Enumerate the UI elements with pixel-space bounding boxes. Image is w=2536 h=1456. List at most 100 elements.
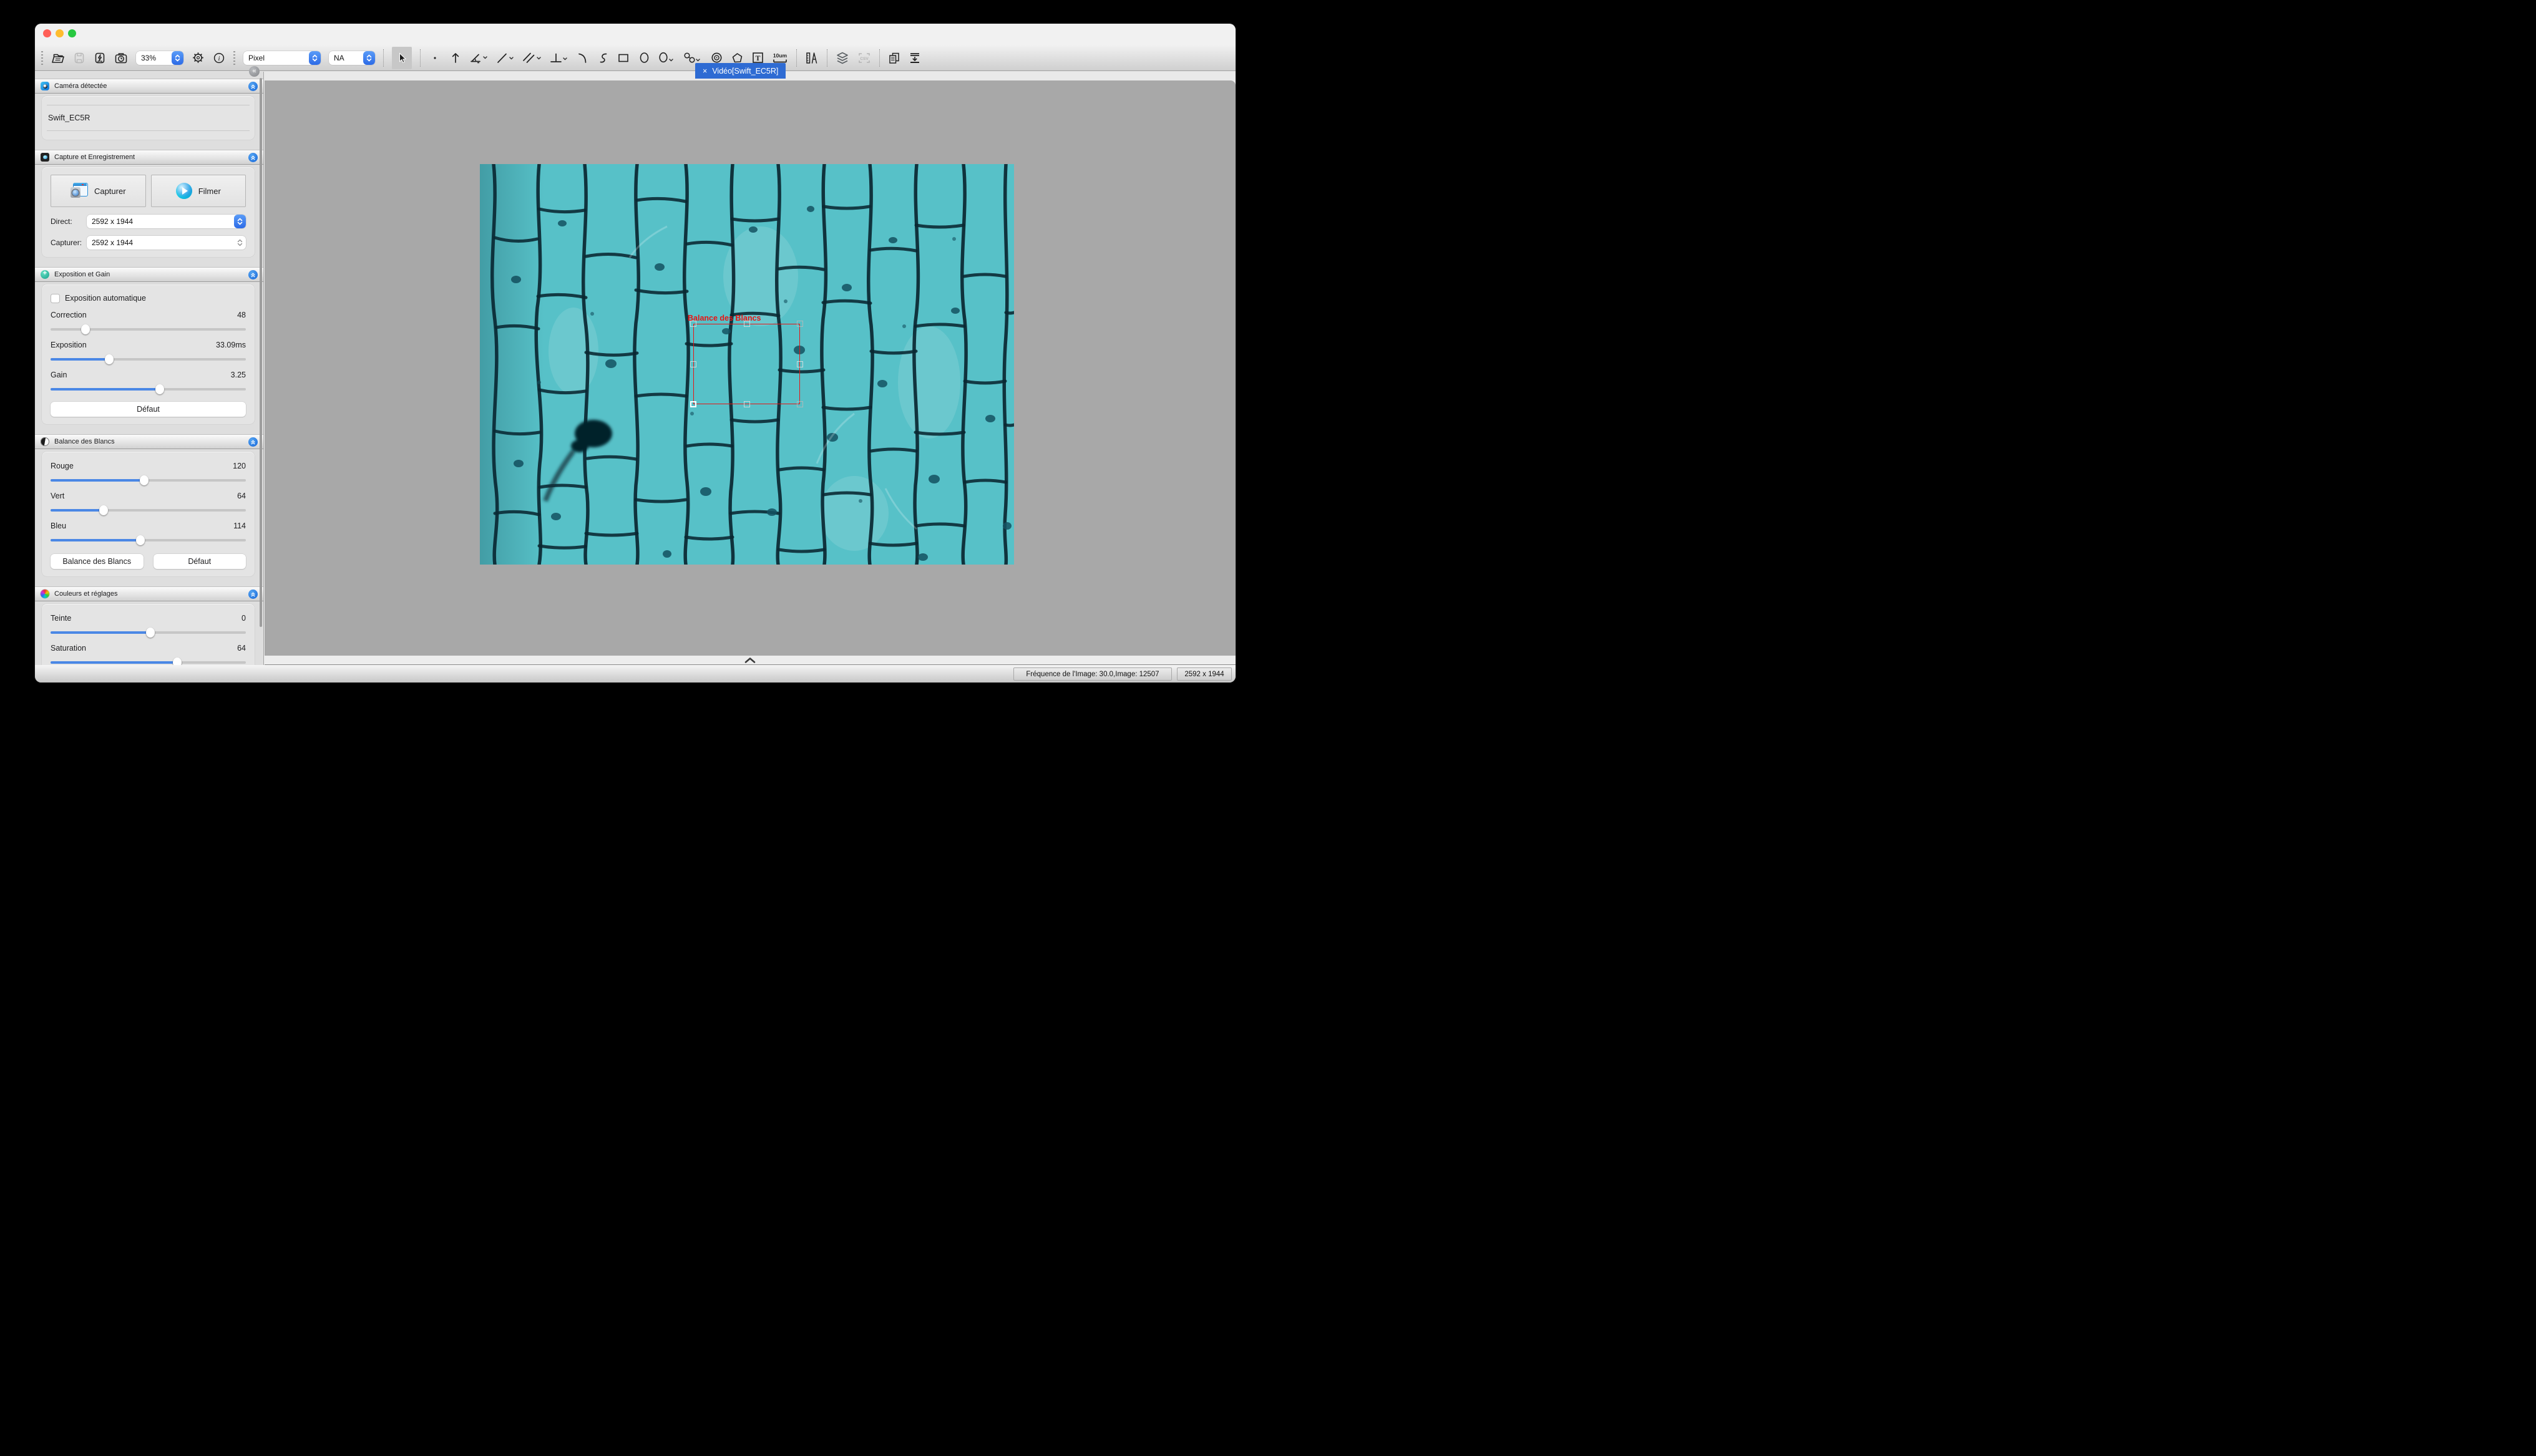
ellipse-options-tool-button[interactable] <box>658 49 675 67</box>
resize-handle-bottom-right[interactable] <box>797 401 803 407</box>
ellipse-tool-button[interactable] <box>638 49 650 67</box>
panel-title: Couleurs et réglages <box>54 590 118 598</box>
angle-tool-button[interactable] <box>470 49 488 67</box>
exposure-default-button[interactable]: Défaut <box>51 402 246 417</box>
blue-slider[interactable] <box>51 535 246 545</box>
panel-header-capture[interactable]: Capture et Enregistrement <box>35 150 263 165</box>
pointer-tool-button[interactable] <box>392 47 412 69</box>
panel-header-white-balance[interactable]: Balance des Blancs <box>35 434 263 449</box>
line-icon <box>496 52 514 64</box>
curve-tool-button[interactable] <box>597 49 609 67</box>
zoom-window-button[interactable] <box>68 29 76 37</box>
folder-open-icon <box>51 52 65 64</box>
open-file-button[interactable] <box>51 49 65 67</box>
red-slider[interactable] <box>51 475 246 485</box>
record-video-button[interactable]: Filmer <box>151 175 246 207</box>
arrow-tool-button[interactable] <box>449 49 462 67</box>
auto-exposure-checkbox[interactable] <box>51 294 60 303</box>
title-bar[interactable] <box>35 24 1236 45</box>
collapse-panel-button[interactable] <box>248 153 258 162</box>
collapse-panel-button[interactable] <box>248 270 258 279</box>
screenshot: 33% i Pixel NA <box>0 0 1268 728</box>
chevron-double-up-icon <box>250 439 256 445</box>
live-video-frame[interactable]: Balance des Blancs <box>480 164 1014 565</box>
collapse-panel-button[interactable] <box>248 82 258 91</box>
copy-button[interactable] <box>888 49 900 67</box>
bottom-panel-toggle[interactable] <box>265 656 1236 665</box>
resize-handle-top-middle[interactable] <box>744 321 750 327</box>
copy-icon <box>888 52 900 64</box>
resize-handle-bottom-middle[interactable] <box>744 401 750 407</box>
snapshot-timer-button[interactable] <box>114 49 128 67</box>
panel-header-camera[interactable]: Caméra détectée <box>35 79 263 94</box>
minimize-window-button[interactable] <box>56 29 64 37</box>
hue-slider[interactable] <box>51 628 246 638</box>
saturation-slider[interactable] <box>51 658 246 665</box>
arc-tool-button[interactable] <box>576 49 588 67</box>
panel-header-exposure[interactable]: Exposition et Gain <box>35 267 263 282</box>
white-balance-button[interactable]: Balance des Blancs <box>51 554 144 569</box>
collapse-panel-button[interactable] <box>248 590 258 599</box>
panel-title: Exposition et Gain <box>54 271 110 278</box>
exposure-slider[interactable] <box>51 354 246 364</box>
slider-thumb[interactable] <box>81 324 90 334</box>
layers-button[interactable] <box>836 49 849 67</box>
line-tool-button[interactable] <box>496 49 514 67</box>
panel-title: Capture et Enregistrement <box>54 153 135 161</box>
resize-handle-middle-left[interactable] <box>690 361 696 367</box>
na-select[interactable]: NA <box>329 51 375 65</box>
info-button[interactable]: i <box>213 49 225 67</box>
panel-header-colors[interactable]: Couleurs et réglages <box>35 586 263 601</box>
point-icon <box>432 56 437 61</box>
capture-resolution-value: 2592 x 1944 <box>87 238 234 247</box>
resize-handle-top-left[interactable] <box>690 321 696 327</box>
collapse-panel-button[interactable] <box>248 437 258 447</box>
slider-value: 0 <box>241 614 246 623</box>
live-resolution-value: 2592 x 1944 <box>87 217 234 226</box>
save-burst-button[interactable] <box>94 49 106 67</box>
sidebar-scrollbar[interactable] <box>260 78 262 627</box>
resize-handle-top-right[interactable] <box>797 321 803 327</box>
slider-value: 33.09ms <box>216 341 246 349</box>
slider-thumb[interactable] <box>146 628 155 638</box>
slider-thumb[interactable] <box>140 475 149 485</box>
close-window-button[interactable] <box>43 29 51 37</box>
white-balance-default-button[interactable]: Défaut <box>154 554 246 569</box>
slider-thumb[interactable] <box>136 535 145 545</box>
capture-resolution-select[interactable]: 2592 x 1944 <box>87 236 246 250</box>
slider-thumb[interactable] <box>155 384 164 394</box>
layers-icon <box>836 52 849 64</box>
slider-thumb[interactable] <box>99 505 108 515</box>
perpendicular-tool-button[interactable] <box>550 49 568 67</box>
point-tool-button[interactable] <box>429 49 441 67</box>
capture-photo-button[interactable]: Capturer <box>51 175 146 207</box>
camera-panel: Swift_EC5R <box>42 96 255 140</box>
parallel-lines-tool-button[interactable] <box>522 49 542 67</box>
toolbar-drag-handle[interactable] <box>233 51 235 65</box>
slider-thumb[interactable] <box>105 354 114 364</box>
control-sidebar: Caméra détectée Swift_EC5R Capture et En… <box>35 72 264 665</box>
close-tab-icon[interactable]: × <box>703 67 707 75</box>
white-balance-region[interactable]: Balance des Blancs <box>693 324 800 404</box>
app-window: 33% i Pixel NA <box>35 24 1236 682</box>
unit-select[interactable]: Pixel <box>243 51 321 65</box>
tab-video[interactable]: × Vidéo[Swift_EC5R] <box>695 63 786 79</box>
status-bar: Fréquence de l'Image: 30.0,Image: 12507 … <box>35 665 1236 682</box>
calibration-tool-button[interactable] <box>805 49 819 67</box>
colors-panel: Teinte0 Saturation64 Luminosité0 <box>42 604 255 665</box>
live-resolution-select[interactable]: 2592 x 1944 <box>87 215 246 228</box>
slider-thumb[interactable] <box>173 658 182 665</box>
export-button[interactable] <box>909 49 921 67</box>
toolbar-drag-handle[interactable] <box>41 51 43 65</box>
collapse-sidebar-button[interactable]: « <box>249 66 260 77</box>
resize-handle-middle-right[interactable] <box>797 361 803 367</box>
csv-icon: CSV <box>857 52 871 64</box>
gain-slider[interactable] <box>51 384 246 394</box>
green-slider[interactable] <box>51 505 246 515</box>
resize-handle-bottom-left[interactable] <box>690 401 696 407</box>
settings-button[interactable] <box>192 49 205 67</box>
zoom-level-select[interactable]: 33% <box>136 51 183 65</box>
rectangle-tool-button[interactable] <box>617 49 630 67</box>
video-canvas[interactable]: Balance des Blancs <box>265 80 1236 656</box>
correction-slider[interactable] <box>51 324 246 334</box>
